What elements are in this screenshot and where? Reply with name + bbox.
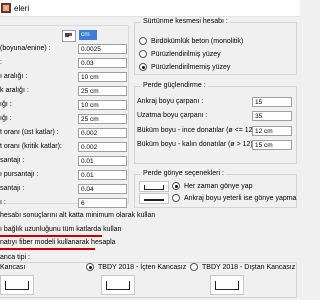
setting-input[interactable]: 0.002 xyxy=(78,128,127,138)
setting-label: ığı : xyxy=(0,115,12,122)
bottom-check-label[interactable]: hesabı sonuçlarını alt katta minimum ola… xyxy=(0,212,155,219)
reinforcement-group-title: Perde güçlendirme : xyxy=(141,82,208,89)
no-hook-diagram-icon xyxy=(139,193,169,204)
hook-type-radio[interactable] xyxy=(190,263,198,271)
reinforcement-label: Uzatma boyu çarpanı : xyxy=(137,112,208,119)
hook-diagram-icon xyxy=(139,181,169,192)
wall-hook-option-label: Her zaman gönye yap xyxy=(184,183,253,190)
setting-row: ığı : 25 cm xyxy=(0,114,128,124)
bottom-check-label[interactable]: natıyı fiber modeli kullanarak hesapla xyxy=(0,239,116,246)
setting-label: ı : xyxy=(0,199,6,206)
friction-option-label: Pürüzlendirilmemiş yüzey xyxy=(151,64,231,71)
setting-row: ı aralığı : 10 cm xyxy=(0,72,128,82)
reinforcement-input[interactable]: 35 xyxy=(252,111,292,121)
setting-row: t oranı (üst katlar) : 0.002 xyxy=(0,128,128,138)
setting-input[interactable]: 10 cm xyxy=(78,100,127,110)
hook-type-radio-selected[interactable] xyxy=(86,263,94,271)
red-underline xyxy=(0,248,95,250)
setting-row: ığı : 10 cm xyxy=(0,100,128,110)
setting-input[interactable]: 10 cm xyxy=(78,72,127,82)
hook-type-title: anca tipi : xyxy=(0,254,30,261)
setting-label: santajı : xyxy=(0,157,25,164)
setting-label: ı pursantajı : xyxy=(0,171,39,178)
window-title: eleri xyxy=(14,4,30,13)
setting-row: k aralığı : 25 cm xyxy=(0,86,128,96)
setting-label: santajı : xyxy=(0,185,25,192)
setting-label: k aralığı : xyxy=(0,87,29,94)
setting-row: santajı : 0.04 xyxy=(0,184,128,194)
setting-row: : 0.03 xyxy=(0,58,128,68)
setting-row: t oranı (kritik katlar): 0.002 xyxy=(0,142,128,152)
setting-row: santajı : 0.01 xyxy=(0,156,128,166)
stirrup-icon xyxy=(215,281,239,290)
setting-row: ı : 6 xyxy=(0,198,128,208)
hook-type-option-label: TBDY 2018 - İçten Kancasız xyxy=(98,264,187,271)
setting-input[interactable]: 6 xyxy=(78,198,127,208)
app-icon xyxy=(1,3,11,13)
hook-type-option-label: Kancası xyxy=(0,264,26,271)
reinforcement-input[interactable]: 15 xyxy=(252,97,292,107)
hook-type-diagram-icon xyxy=(101,275,135,295)
stirrup-icon xyxy=(5,281,29,290)
friction-option-label: Birdökümlük beton (monolitik) xyxy=(151,38,244,45)
hook-type-option-label: TBDY 2018 - Dıştan Kancasız xyxy=(202,264,296,271)
setting-row: ı pursantajı : 0.01 xyxy=(0,170,128,180)
setting-label: ı aralığı : xyxy=(0,73,28,80)
setting-label: : xyxy=(0,59,2,66)
wall-hook-radio[interactable] xyxy=(172,194,180,202)
setting-input[interactable]: 0.01 xyxy=(78,170,127,180)
reinforcement-label: Büküm boyu - ince donatılar (ø <= 12) : xyxy=(137,127,259,134)
friction-option-radio-selected[interactable] xyxy=(139,63,147,71)
setting-input[interactable]: 25 cm xyxy=(78,86,127,96)
stirrup-icon xyxy=(106,281,130,290)
friction-option-radio[interactable] xyxy=(139,37,147,45)
setting-input[interactable]: 0.03 xyxy=(78,58,127,68)
unit-picker-button[interactable] xyxy=(62,30,76,42)
reinforcement-label: Büküm boyu - kalın donatılar (ø > 12) : xyxy=(137,141,257,148)
setting-label: ığı : xyxy=(0,101,12,108)
hook-type-diagram-icon xyxy=(210,275,244,295)
setting-input[interactable]: 0.0025 xyxy=(78,44,127,54)
setting-input[interactable]: 25 cm xyxy=(78,114,127,124)
window-titlebar: eleri xyxy=(0,0,300,17)
setting-input[interactable]: 0.01 xyxy=(78,156,127,166)
friction-option-radio[interactable] xyxy=(139,50,147,58)
unit-highlight: cm xyxy=(79,30,97,40)
straight-bar-icon xyxy=(144,199,164,201)
setting-input[interactable]: 0.04 xyxy=(78,184,127,194)
setting-row: (boyuna/enine) : 0.0025 xyxy=(0,44,128,54)
reinforcement-label: Ankraj boyu çarpanı : xyxy=(137,98,204,105)
hook-type-diagram-icon xyxy=(0,275,34,295)
reinforcement-input[interactable]: 12 cm xyxy=(252,126,292,136)
bottom-check-label[interactable]: ı bağlık uzunluğunu tüm katlarda kullan xyxy=(0,226,121,233)
wall-hook-radio-selected[interactable] xyxy=(172,182,180,190)
setting-label: (boyuna/enine) : xyxy=(0,45,51,52)
wall-hook-group-title: Perde gönye seçenekleri : xyxy=(141,170,226,177)
friction-group-title: Sürtünme kesmesi hesabı : xyxy=(141,18,230,25)
hook-shape-icon xyxy=(144,185,164,190)
wall-hook-option-label: Ankraj boyu yeterli ise gönye yapma xyxy=(184,195,297,202)
setting-label: t oranı (üst katlar) : xyxy=(0,129,59,136)
red-underline xyxy=(0,235,102,237)
reinforcement-input[interactable]: 15 cm xyxy=(252,140,292,150)
setting-input[interactable]: 0.002 xyxy=(78,142,127,152)
friction-option-label: Pürüzlendirilmiş yüzey xyxy=(151,51,221,58)
setting-label: t oranı (kritik katlar): xyxy=(0,143,62,150)
